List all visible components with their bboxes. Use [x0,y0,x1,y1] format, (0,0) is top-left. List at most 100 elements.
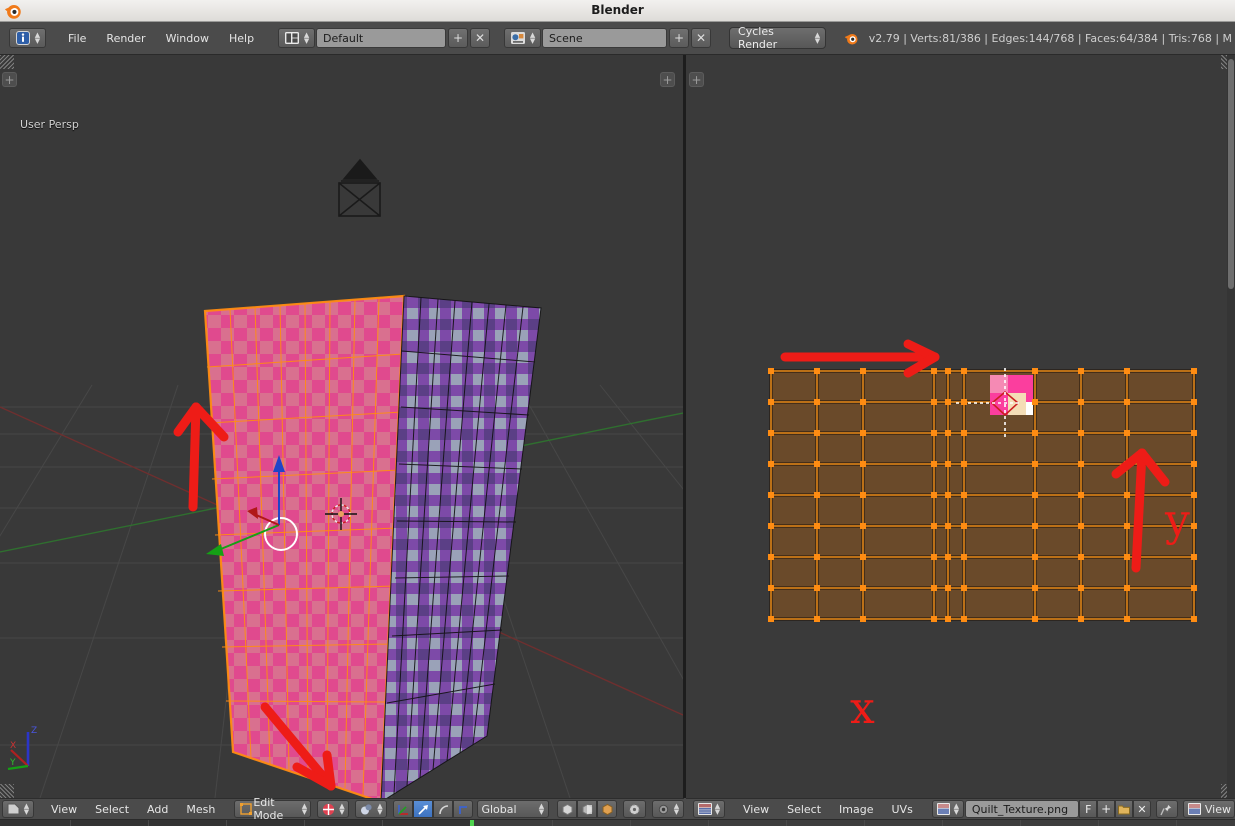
editor-type-uv-button[interactable]: ▲ ▼ [693,800,725,818]
limit-selection-to-visible-button[interactable] [557,800,577,818]
screen-layout-name-field[interactable]: Default [316,28,447,48]
translate-manipulator-button[interactable] [413,800,434,818]
editor-type-3dview-button[interactable]: ▲ ▼ [2,800,34,818]
pivot-point-spinner-icon: ▲ ▼ [377,802,383,816]
transform-orientation-label: Global [481,802,517,816]
uv-toolshelf-toggle-button[interactable]: + [689,72,704,87]
add-scene-button[interactable]: + [669,28,690,48]
editor-type-uvimage-icon [697,801,712,817]
uv-image-editor[interactable]: y x + [686,55,1235,798]
screen-layout-spinner-icon: ▲ ▼ [303,31,310,45]
mesh-select-mode-button[interactable]: ▲ ▼ [317,800,350,818]
uv-menu-select[interactable]: Select [778,801,830,818]
svg-text:Z: Z [31,726,37,736]
main-menu-bar: File Render Window Help [58,29,264,48]
menu-window[interactable]: Window [156,29,219,48]
scene-icon [509,30,527,46]
uv-editor-header: ▲ ▼ View Select Image UVs ▲ ▼ Quilt_Textur… [686,798,1235,819]
pivot-point-dropdown[interactable]: ▲ ▼ [355,800,388,818]
view3d-menu-mesh[interactable]: Mesh [177,801,224,818]
uv-mesh [769,369,1196,621]
occlusion-toggle-group [557,800,617,818]
unlink-image-button[interactable]: ✕ [1133,800,1151,818]
uv-view-mode-label: View [1204,802,1231,816]
uv-menu-uvs[interactable]: UVs [883,801,922,818]
uv-menu-image[interactable]: Image [830,801,882,818]
snap-magnet-icon [656,801,671,817]
mini-axis-gizmo: Z X Y [7,726,37,770]
delete-scene-button[interactable]: ✕ [691,28,712,48]
proportional-editing-button[interactable] [623,800,646,818]
editor-type-3dview-icon [6,801,21,817]
menu-help[interactable]: Help [219,29,264,48]
image-browse-spinner-icon: ▲ ▼ [953,802,959,816]
window-title: Blender [591,3,644,17]
edit-mode-icon [238,801,253,817]
image-browse-button[interactable]: ▲ ▼ [931,800,964,818]
image-browse-icon [936,801,951,817]
view3d-menu-add[interactable]: Add [138,801,177,818]
screen-layout-selector: ▲ ▼ Default + ✕ [278,28,491,48]
cube-right-face [380,295,542,798]
scene-browse-button[interactable]: ▲ ▼ [504,28,542,48]
scene-spinner-icon: ▲ ▼ [529,31,536,45]
proportional-editing-icon [627,801,642,817]
editor-headers-row: ▲ ▼ View Select Add Mesh Edit Mode ▲ ▼ ▲… [0,796,1235,822]
uv-vertical-scrollbar[interactable] [1227,55,1235,798]
window-title-bar: Blender [0,0,1235,22]
cube-front-face [203,294,406,798]
menu-render[interactable]: Render [96,29,155,48]
vertex-select-icon [321,801,336,817]
screen-layout-browse-button[interactable]: ▲ ▼ [278,28,316,48]
render-engine-spinner-icon: ▲ ▼ [814,31,821,45]
3d-viewport-canvas [0,158,683,798]
new-image-button[interactable]: + [1097,800,1116,818]
uv-editor-menu-bar: View Select Image UVs [734,801,922,818]
manipulator-enable-button[interactable] [393,800,414,818]
pin-icon [1160,801,1174,817]
delete-screen-layout-button[interactable]: ✕ [470,28,491,48]
interaction-mode-dropdown[interactable]: Edit Mode ▲ ▼ [234,796,312,822]
snap-target-dropdown[interactable]: ▲ ▼ [652,800,684,818]
view3d-menu-view[interactable]: View [42,801,86,818]
main-editor-area: User Persp (1) Cube Z X Y + + [0,55,1235,798]
editor-type-info-button[interactable]: ▲ ▼ [9,28,46,48]
screen-layout-icon [283,30,301,46]
fake-user-button[interactable]: F [1079,800,1098,818]
image-name-field[interactable]: Quilt_Texture.png [964,800,1080,818]
pin-image-button[interactable] [1155,800,1178,818]
area-corner-handle-bottomleft[interactable] [0,784,14,798]
scene-name-field[interactable]: Scene [542,28,668,48]
area-corner-handle-topleft[interactable] [0,55,14,69]
add-screen-layout-button[interactable]: + [448,28,469,48]
info-editor-header: ▲ ▼ File Render Window Help ▲ ▼ Default + … [0,22,1235,55]
render-engine-dropdown[interactable]: Cycles Render ▲ ▼ [729,25,826,51]
properties-panel-toggle-button[interactable]: + [660,72,675,87]
snap-target-spinner-icon: ▲ ▼ [673,802,680,816]
xray-button[interactable] [597,800,617,818]
rotate-manipulator-button[interactable] [433,800,454,818]
transform-orientation-spinner-icon: ▲ ▼ [538,802,545,816]
info-icon [14,30,32,46]
menu-file[interactable]: File [58,29,96,48]
uv-editor-canvas [768,339,1197,622]
timeline-playhead[interactable] [470,820,474,826]
open-image-button[interactable] [1115,800,1133,818]
uv-scrollbar-thumb[interactable] [1228,59,1234,289]
occlude-geometry-button[interactable] [577,800,597,818]
svg-text:Y: Y [9,758,16,768]
scale-manipulator-button[interactable] [453,800,474,818]
toolshelf-toggle-button[interactable]: + [2,72,17,87]
editor-type-spinner-icon: ▲ ▼ [34,31,41,45]
scene-statistics: v2.79 | Verts:81/386 | Edges:144/768 | F… [868,31,1231,45]
mesh-select-mode-spinner-icon: ▲ ▼ [339,802,345,816]
editor-type-3dview-spinner-icon: ▲ ▼ [23,802,30,816]
editor-type-uv-spinner-icon: ▲ ▼ [714,802,721,816]
uv-menu-view[interactable]: View [734,801,778,818]
transform-orientation-dropdown[interactable]: Global ▲ ▼ [477,800,549,818]
view3d-menu-select[interactable]: Select [86,801,138,818]
timeline-editor[interactable] [0,819,1235,826]
3d-viewport[interactable]: User Persp (1) Cube Z X Y + + [0,55,683,798]
uv-view-mode-dropdown[interactable]: View [1182,800,1235,818]
uv-view-mode-icon [1187,801,1202,817]
